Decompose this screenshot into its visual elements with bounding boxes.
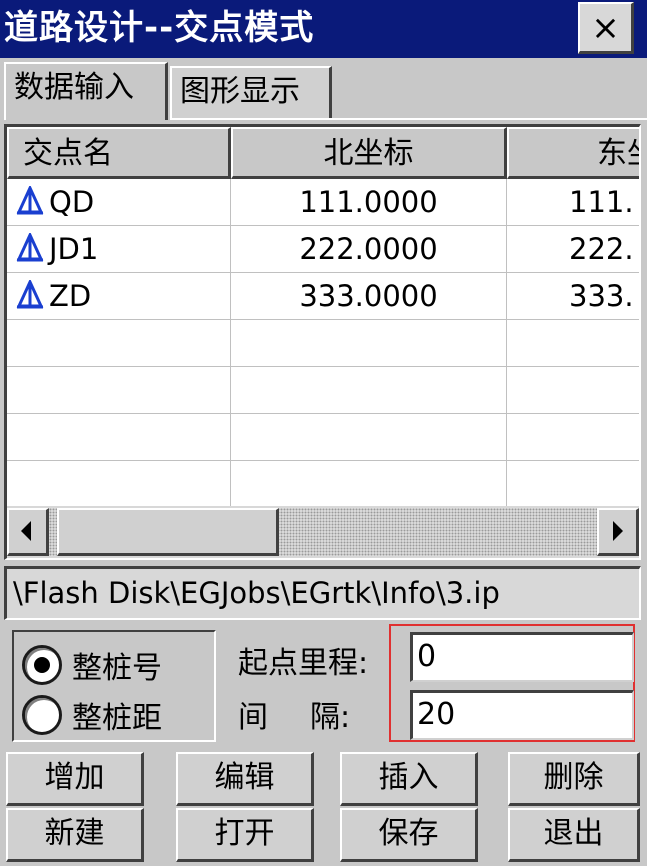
window-title: 道路设计--交点模式: [4, 8, 315, 48]
interval-label-part1: 间: [238, 700, 268, 735]
start-mileage-input[interactable]: 0: [410, 632, 634, 682]
title-bar: 道路设计--交点模式 ×: [0, 0, 647, 58]
table-row-empty[interactable]: [7, 461, 639, 508]
survey-point-icon: [16, 280, 44, 309]
column-header-name[interactable]: 交点名: [7, 127, 231, 179]
scroll-right-button[interactable]: [597, 508, 639, 556]
save-button[interactable]: 保存: [340, 808, 478, 862]
cell-north: 333.0000: [231, 273, 507, 320]
scrollbar-thumb[interactable]: [57, 508, 279, 556]
cell-empty: [507, 461, 639, 508]
tab-bar: 数据输入 图形显示: [0, 58, 647, 120]
file-path-field: \Flash Disk\EGJobs\EGrtk\Info\3.ip: [4, 566, 641, 620]
table-row[interactable]: JD1 222.0000 222.: [7, 226, 639, 273]
cell-name: ZD: [7, 273, 231, 320]
edit-button[interactable]: 编辑: [176, 752, 314, 806]
cell-empty: [231, 414, 507, 461]
cell-empty: [507, 367, 639, 414]
radio-label: 整桩号: [72, 651, 162, 686]
start-mileage-label: 起点里程:: [238, 646, 369, 681]
table-row-empty[interactable]: [7, 320, 639, 367]
cell-empty: [7, 461, 231, 508]
close-button[interactable]: ×: [578, 2, 634, 54]
insert-button[interactable]: 插入: [340, 752, 478, 806]
radio-whole-station-number[interactable]: 整桩号: [22, 642, 162, 688]
arrow-left-icon: [21, 521, 31, 541]
point-name: QD: [49, 185, 95, 219]
point-name: ZD: [49, 279, 92, 313]
table-row-empty[interactable]: [7, 367, 639, 414]
interval-input[interactable]: 20: [410, 690, 634, 740]
cell-name: JD1: [7, 226, 231, 273]
cell-empty: [7, 414, 231, 461]
arrow-right-icon: [613, 521, 623, 541]
tab-label: 数据输入: [14, 70, 134, 105]
radio-whole-station-interval[interactable]: 整桩距: [22, 692, 162, 738]
column-header-east[interactable]: 东坐标: [507, 127, 639, 179]
exit-button[interactable]: 退出: [508, 808, 640, 862]
delete-button[interactable]: 删除: [508, 752, 640, 806]
column-header-north[interactable]: 北坐标: [231, 127, 507, 179]
cell-east: 111.: [507, 179, 639, 226]
radio-label: 整桩距: [72, 701, 162, 736]
tab-graphic-display[interactable]: 图形显示: [170, 66, 332, 118]
point-name: JD1: [49, 232, 99, 266]
tab-label: 图形显示: [180, 74, 300, 109]
table-row-empty[interactable]: [7, 414, 639, 461]
close-icon: ×: [591, 7, 620, 48]
cell-empty: [7, 320, 231, 367]
cell-north: 222.0000: [231, 226, 507, 273]
cell-empty: [231, 461, 507, 508]
cell-east: 222.: [507, 226, 639, 273]
cell-empty: [7, 367, 231, 414]
tab-divider: [170, 118, 647, 120]
table-body: QD 111.0000 111. JD1 222.0000 222. ZD 33…: [7, 179, 639, 508]
cell-empty: [507, 320, 639, 367]
cell-east: 333.: [507, 273, 639, 320]
scroll-left-button[interactable]: [7, 508, 49, 556]
cell-name: QD: [7, 179, 231, 226]
tab-data-input[interactable]: 数据输入: [4, 62, 168, 120]
radio-unselected-icon: [22, 695, 62, 735]
add-button[interactable]: 增加: [6, 752, 144, 806]
intersection-table[interactable]: 交点名 北坐标 东坐标 QD 111.0000 111. JD1: [4, 124, 641, 560]
table-header: 交点名 北坐标 东坐标: [7, 127, 639, 179]
radio-selected-icon: [22, 645, 62, 685]
open-button[interactable]: 打开: [176, 808, 314, 862]
new-button[interactable]: 新建: [6, 808, 144, 862]
cell-empty: [231, 320, 507, 367]
survey-point-icon: [16, 233, 44, 262]
survey-point-icon: [16, 186, 44, 215]
mode-radio-group: 整桩号 整桩距: [12, 630, 216, 742]
table-row[interactable]: QD 111.0000 111.: [7, 179, 639, 226]
cell-empty: [231, 367, 507, 414]
cell-north: 111.0000: [231, 179, 507, 226]
cell-empty: [507, 414, 639, 461]
interval-label-part2: 隔:: [310, 700, 351, 735]
horizontal-scrollbar[interactable]: [7, 506, 639, 558]
table-row[interactable]: ZD 333.0000 333.: [7, 273, 639, 320]
